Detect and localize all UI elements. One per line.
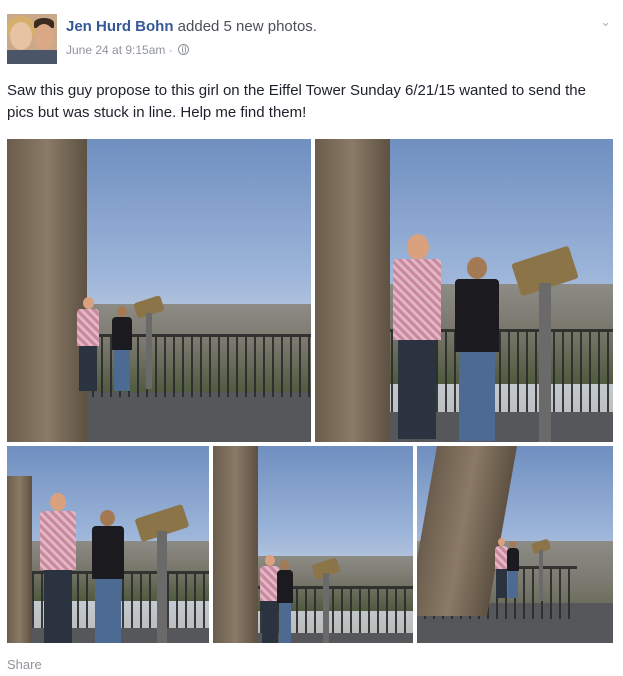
photo-5[interactable]	[417, 446, 613, 643]
post-action-text: added 5 new photos.	[177, 18, 317, 35]
meta-separator: ·	[168, 43, 173, 57]
photo-1[interactable]	[7, 139, 311, 442]
photo-3[interactable]	[7, 446, 209, 643]
share-link[interactable]: Share	[7, 657, 42, 672]
photo-4[interactable]	[213, 446, 413, 643]
facebook-post: Jen Hurd Bohn added 5 new photos. June 2…	[0, 0, 623, 676]
avatar[interactable]	[7, 14, 57, 64]
post-header: Jen Hurd Bohn added 5 new photos.	[66, 18, 317, 35]
post-meta: June 24 at 9:15am ·	[66, 43, 190, 57]
photo-2[interactable]	[315, 139, 613, 442]
post-caption: Saw this guy propose to this girl on the…	[7, 82, 586, 121]
timestamp-link[interactable]: June 24 at 9:15am	[66, 43, 165, 57]
globe-icon[interactable]	[178, 44, 190, 55]
author-name-link[interactable]: Jen Hurd Bohn	[66, 18, 174, 35]
chevron-down-icon[interactable]: ⌄	[600, 14, 611, 30]
